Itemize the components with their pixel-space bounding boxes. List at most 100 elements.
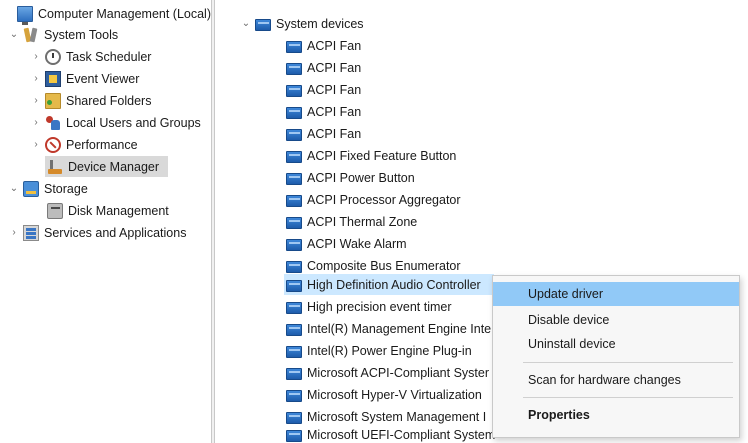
clock-icon [45, 48, 61, 65]
tree-item-device-manager[interactable]: Device Manager [45, 156, 168, 177]
device-label: Microsoft System Management I [307, 409, 487, 424]
system-device-icon [286, 194, 302, 207]
tree-item-services-apps[interactable]: › Services and Applications [8, 222, 186, 243]
system-device-icon [286, 279, 302, 292]
tree-item-label: Task Scheduler [66, 49, 152, 64]
tree-item-computer-management[interactable]: Computer Management (Local) [2, 3, 211, 25]
system-device-icon [286, 128, 302, 141]
tree-item-label: Services and Applications [44, 225, 187, 240]
tree-item-label: Shared Folders [66, 93, 152, 108]
chevron-right-icon[interactable]: › [8, 222, 20, 243]
device-item[interactable]: Composite Bus Enumerator [286, 255, 461, 276]
tree-item-storage[interactable]: ⌄ Storage [8, 178, 88, 199]
device-item[interactable]: Microsoft Hyper-V Virtualization [286, 384, 482, 405]
menu-item-scan-hardware[interactable]: Scan for hardware changes [493, 368, 739, 392]
device-label: Intel(R) Management Engine Inte [307, 321, 492, 336]
tree-item-label: Storage [44, 181, 88, 196]
device-item[interactable]: ACPI Fixed Feature Button [286, 145, 456, 166]
device-label: Intel(R) Power Engine Plug-in [307, 343, 472, 358]
system-device-icon [286, 367, 302, 380]
device-item[interactable]: Intel(R) Power Engine Plug-in [286, 340, 472, 361]
device-item[interactable]: ACPI Power Button [286, 167, 415, 188]
storage-icon [23, 180, 39, 197]
users-icon [45, 115, 61, 131]
device-manager-icon [47, 159, 63, 175]
tree-item-label: Device Manager [68, 159, 160, 174]
tree-item-system-devices[interactable]: ⌄ System devices [240, 13, 364, 34]
event-viewer-icon [45, 70, 61, 87]
device-label: ACPI Wake Alarm [307, 236, 407, 251]
device-item[interactable]: Microsoft ACPI-Compliant Syster [286, 362, 489, 383]
system-device-icon [286, 429, 302, 442]
menu-item-properties[interactable]: Properties [493, 403, 739, 427]
system-device-icon [286, 150, 302, 163]
device-label: High Definition Audio Controller [307, 277, 481, 292]
system-device-icon [286, 238, 302, 251]
chevron-right-icon[interactable]: › [30, 112, 42, 133]
device-label: ACPI Power Button [307, 170, 415, 185]
device-item[interactable]: ACPI Wake Alarm [286, 233, 407, 254]
device-item[interactable]: Microsoft UEFI-Compliant System [286, 424, 495, 443]
chevron-right-icon[interactable]: › [30, 134, 42, 155]
tree-item-event-viewer[interactable]: › Event Viewer [30, 68, 139, 89]
pane-splitter[interactable] [211, 0, 215, 443]
tree-item-task-scheduler[interactable]: › Task Scheduler [30, 46, 151, 67]
console-tree-pane: Computer Management (Local) ⌄ System Too… [0, 0, 211, 443]
system-device-icon [286, 260, 302, 273]
device-label: ACPI Fan [307, 38, 362, 53]
performance-icon [45, 136, 61, 153]
device-item[interactable]: High precision event timer [286, 296, 452, 317]
system-device-icon [286, 172, 302, 185]
tree-item-disk-management[interactable]: Disk Management [47, 200, 169, 221]
chevron-down-icon[interactable]: ⌄ [240, 13, 252, 34]
chevron-down-icon[interactable]: ⌄ [8, 24, 20, 45]
tree-item-local-users[interactable]: › Local Users and Groups [30, 112, 201, 133]
tree-item-system-tools[interactable]: ⌄ System Tools [8, 24, 118, 45]
tree-item-shared-folders[interactable]: › Shared Folders [30, 90, 151, 111]
menu-separator [523, 397, 733, 398]
tree-item-label: Performance [66, 137, 138, 152]
device-label: ACPI Fan [307, 104, 362, 119]
device-label: Composite Bus Enumerator [307, 258, 461, 273]
device-item[interactable]: ACPI Fan [286, 57, 361, 78]
system-device-icon [286, 84, 302, 97]
tree-item-performance[interactable]: › Performance [30, 134, 138, 155]
system-device-icon [255, 18, 271, 31]
system-device-icon [286, 411, 302, 424]
chevron-down-icon[interactable]: ⌄ [8, 178, 20, 199]
system-device-icon [286, 323, 302, 336]
device-item-selected[interactable]: High Definition Audio Controller [284, 274, 494, 295]
tree-item-label: System devices [276, 16, 364, 31]
services-icon [23, 224, 39, 241]
device-label: Microsoft ACPI-Compliant Syster [307, 365, 489, 380]
device-item[interactable]: ACPI Fan [286, 123, 361, 144]
menu-item-disable-device[interactable]: Disable device [493, 308, 739, 332]
device-item[interactable]: Intel(R) Management Engine Inte [286, 318, 491, 339]
chevron-right-icon[interactable]: › [30, 90, 42, 111]
system-device-icon [286, 62, 302, 75]
chevron-right-icon[interactable]: › [30, 46, 42, 67]
computer-icon [17, 5, 33, 25]
menu-separator [523, 362, 733, 363]
system-device-icon [286, 40, 302, 53]
menu-item-uninstall-device[interactable]: Uninstall device [493, 332, 739, 356]
device-label: ACPI Processor Aggregator [307, 192, 461, 207]
device-label: ACPI Fixed Feature Button [307, 148, 457, 163]
device-label: ACPI Fan [307, 126, 362, 141]
system-device-icon [286, 389, 302, 402]
tree-item-label: Disk Management [68, 203, 169, 218]
device-item[interactable]: ACPI Fan [286, 79, 361, 100]
chevron-right-icon[interactable]: › [30, 68, 42, 89]
device-item[interactable]: ACPI Thermal Zone [286, 211, 417, 232]
tree-item-label: Computer Management (Local) [38, 6, 211, 21]
device-label: Microsoft Hyper-V Virtualization [307, 387, 482, 402]
device-item[interactable]: ACPI Fan [286, 101, 361, 122]
device-item[interactable]: ACPI Fan [286, 35, 361, 56]
disk-icon [47, 202, 63, 219]
tree-item-label: System Tools [44, 27, 119, 42]
system-device-icon [286, 301, 302, 314]
tree-item-label: Event Viewer [66, 71, 140, 86]
device-item[interactable]: ACPI Processor Aggregator [286, 189, 461, 210]
menu-item-update-driver[interactable]: Update driver [493, 282, 739, 306]
